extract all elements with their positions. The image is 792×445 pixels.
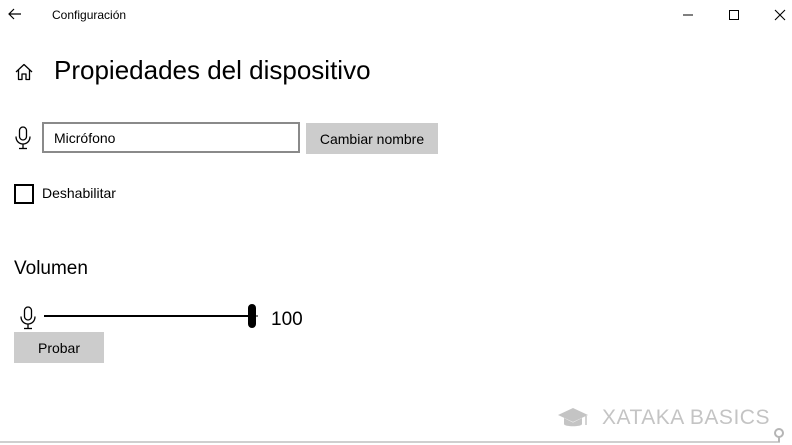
slider-fill: [44, 315, 256, 317]
close-button[interactable]: [757, 0, 792, 30]
minimize-icon: [683, 14, 693, 16]
microphone-icon: [14, 126, 32, 150]
minimize-button[interactable]: [665, 0, 711, 30]
graduation-cap-icon: [558, 408, 588, 427]
microphone-icon: [19, 306, 37, 330]
title-bar: Configuración: [0, 0, 792, 30]
bottom-marker: [774, 428, 784, 438]
page-title: Propiedades del dispositivo: [54, 55, 371, 85]
watermark: XATAKA BASICS: [556, 404, 770, 432]
settings-window: Configuración Propiedades del dispositiv…: [0, 0, 792, 445]
test-button[interactable]: Probar: [14, 332, 104, 363]
watermark-text: XATAKA BASICS: [602, 406, 770, 429]
volume-slider[interactable]: [44, 302, 258, 330]
app-title: Configuración: [52, 8, 127, 22]
disable-label: Deshabilitar: [42, 185, 116, 201]
maximize-icon: [729, 10, 739, 20]
close-icon: [774, 9, 786, 21]
bottom-divider: [0, 441, 780, 443]
rename-button[interactable]: Cambiar nombre: [306, 123, 438, 154]
maximize-button[interactable]: [711, 0, 757, 30]
slider-thumb[interactable]: [248, 304, 256, 328]
device-name-input[interactable]: [42, 122, 300, 153]
volume-value: 100: [271, 309, 303, 330]
volume-section-title: Volumen: [14, 258, 88, 279]
disable-checkbox[interactable]: [14, 184, 34, 204]
home-icon[interactable]: [12, 60, 36, 84]
back-arrow-icon[interactable]: [4, 3, 26, 25]
